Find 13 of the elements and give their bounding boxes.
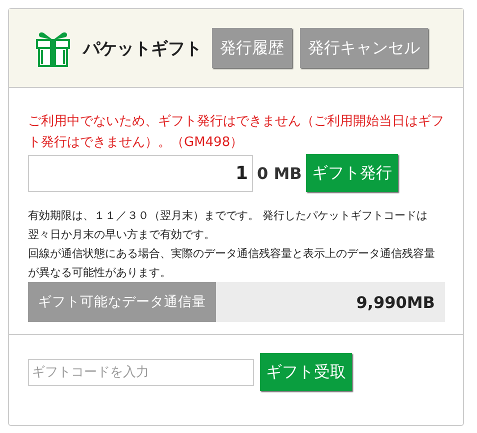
issue-button[interactable]: ギフト発行: [306, 154, 398, 192]
receive-button[interactable]: ギフト受取: [260, 353, 352, 391]
error-message: ご利用中でないため、ギフト発行はできません（ご利用開始当日はギフト発行はできません）。（GM498）: [28, 113, 445, 152]
header-button[interactable]: 発行履歴: [212, 28, 292, 68]
page-title: パケットギフト: [83, 38, 202, 60]
header-button[interactable]: 発行キャンセル: [300, 28, 428, 68]
amount-field[interactable]: 1: [28, 154, 253, 192]
available-label: ギフト可能なデータ通信量: [28, 282, 216, 322]
gift-code-field[interactable]: ギフトコードを入力: [28, 358, 254, 386]
available-value: 9,990MB: [355, 292, 436, 314]
unit-label: 0 MB: [257, 164, 302, 182]
note-text: 回線が通信状態にある場合、実際のデータ通信残容量と表示上のデータ通信残容量が異なる可能性があります。: [28, 246, 436, 281]
note-text: 有効期限は、１１／３０（翌月末）までです。 発行したパケットギフトコードは翌々日か月末の早い方まで有効です。: [28, 208, 429, 243]
